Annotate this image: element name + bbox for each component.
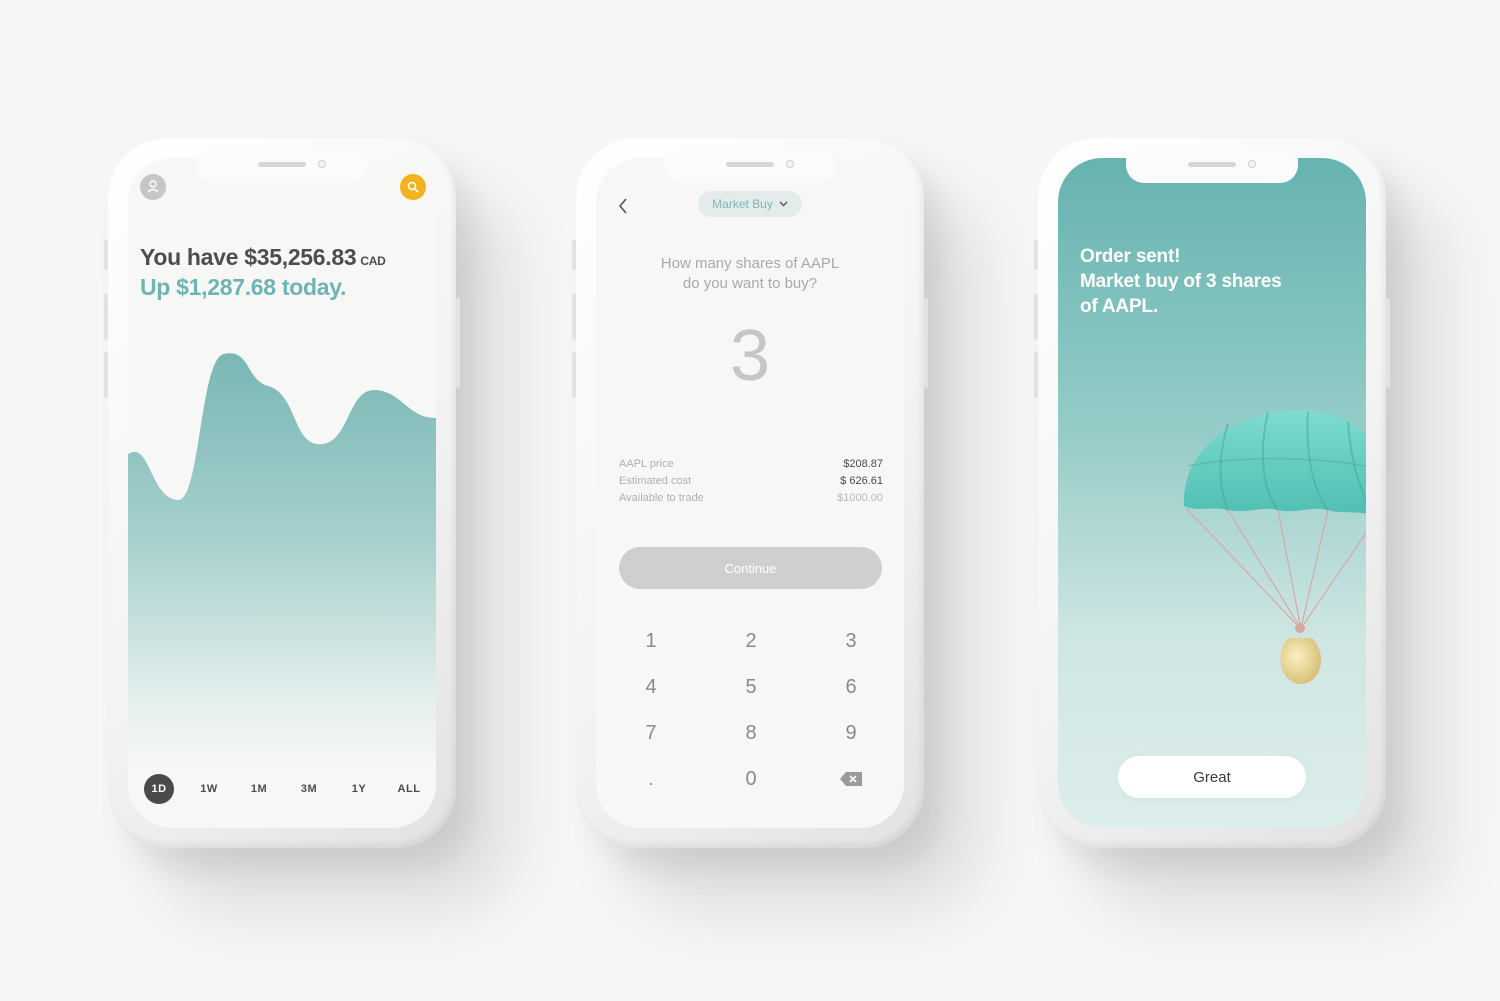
- summary-label: Available to trade: [619, 492, 704, 504]
- confirmation-message: Order sent! Market buy of 3 shares of AA…: [1080, 244, 1282, 319]
- chart-area: [128, 353, 436, 768]
- order-type-label: Market Buy: [712, 197, 773, 211]
- summary-value: $1000.00: [837, 492, 883, 504]
- great-button[interactable]: Great: [1118, 756, 1306, 798]
- key-4[interactable]: 4: [616, 676, 686, 699]
- range-selector: 1D 1W 1M 3M 1Y ALL: [144, 774, 424, 804]
- search-icon: [407, 181, 419, 193]
- chevron-down-icon: [779, 201, 788, 207]
- summary-row: Available to trade $1000.00: [619, 492, 883, 509]
- range-1d-button[interactable]: 1D: [144, 774, 174, 804]
- portfolio-screen: You have $35,256.83 CAD Up $1,287.68 toda…: [128, 158, 436, 828]
- key-0[interactable]: 0: [716, 768, 786, 791]
- phone-trade: Market Buy How many shares of AAPL do yo…: [572, 138, 928, 848]
- portfolio-balance: You have $35,256.83 CAD: [140, 244, 386, 271]
- confirmation-line: of AAPL.: [1080, 296, 1158, 317]
- summary-value: $ 626.61: [840, 475, 883, 487]
- key-decimal[interactable]: .: [616, 769, 686, 790]
- confirmation-screen: Order sent! Market buy of 3 shares of AA…: [1058, 158, 1366, 828]
- numeric-keypad: 1 2 3 4 5 6 7 8 9 . 0: [616, 618, 886, 802]
- key-7[interactable]: 7: [616, 722, 686, 745]
- share-quantity: 3: [729, 316, 771, 396]
- confirmation-line: Order sent!: [1080, 246, 1181, 267]
- backspace-key[interactable]: [816, 771, 886, 787]
- portfolio-chart: [128, 353, 436, 768]
- range-3m-button[interactable]: 3M: [294, 774, 324, 804]
- continue-button[interactable]: Continue: [619, 547, 882, 589]
- user-icon: [147, 180, 159, 193]
- order-type-dropdown[interactable]: Market Buy: [698, 191, 802, 217]
- summary-row: Estimated cost $ 626.61: [619, 475, 883, 492]
- key-5[interactable]: 5: [716, 676, 786, 699]
- daily-gain: Up $1,287.68 today.: [140, 274, 347, 300]
- parachute-illustration: [1183, 410, 1366, 684]
- balance-prefix: You have: [140, 244, 245, 270]
- chevron-left-icon: [618, 198, 627, 214]
- phone-confirmation: Order sent! Market buy of 3 shares of AA…: [1034, 138, 1390, 848]
- backspace-icon: [840, 772, 862, 786]
- summary-value: $208.87: [843, 458, 883, 470]
- notch: [196, 158, 368, 183]
- summary-row: AAPL price $208.87: [619, 458, 883, 475]
- notch: [664, 158, 836, 183]
- range-all-button[interactable]: ALL: [394, 774, 424, 804]
- currency-label: CAD: [360, 254, 386, 268]
- range-1m-button[interactable]: 1M: [244, 774, 274, 804]
- range-1y-button[interactable]: 1Y: [344, 774, 374, 804]
- share-question: How many shares of AAPL do you want to b…: [660, 255, 840, 292]
- confirmation-line: Market buy of 3 shares: [1080, 271, 1282, 292]
- trade-screen: Market Buy How many shares of AAPL do yo…: [596, 158, 904, 828]
- order-summary: AAPL price $208.87 Estimated cost $ 626.…: [619, 458, 883, 509]
- key-6[interactable]: 6: [816, 676, 886, 699]
- range-1w-button[interactable]: 1W: [194, 774, 224, 804]
- summary-label: Estimated cost: [619, 475, 692, 487]
- notch: [1126, 158, 1298, 183]
- phone-portfolio: You have $35,256.83 CAD Up $1,287.68 toda…: [104, 138, 460, 848]
- key-2[interactable]: 2: [716, 630, 786, 653]
- summary-label: AAPL price: [619, 458, 674, 470]
- balance-amount: $35,256.83: [244, 244, 357, 270]
- profile-button[interactable]: [140, 174, 166, 200]
- key-8[interactable]: 8: [716, 722, 786, 745]
- search-button[interactable]: [400, 174, 426, 200]
- key-3[interactable]: 3: [816, 630, 886, 653]
- back-button[interactable]: [614, 196, 634, 216]
- key-9[interactable]: 9: [816, 722, 886, 745]
- key-1[interactable]: 1: [616, 630, 686, 653]
